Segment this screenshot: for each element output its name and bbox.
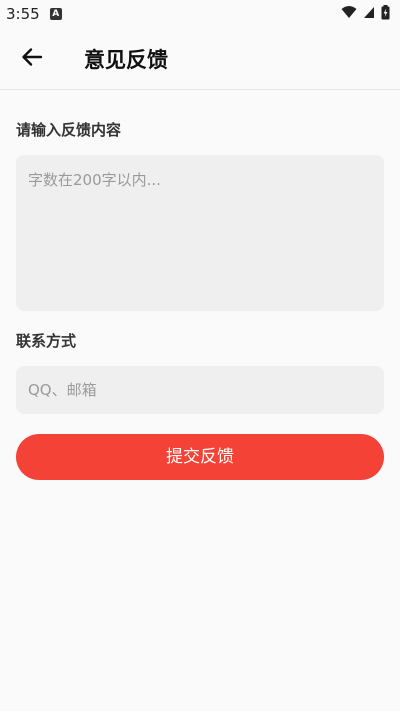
- battery-icon: [381, 4, 390, 24]
- status-bar-right: [341, 4, 390, 24]
- arrow-left-icon: [21, 46, 43, 72]
- wifi-icon: [341, 5, 357, 23]
- feedback-content-placeholder: 字数在200字以内...: [28, 171, 161, 189]
- page-title: 意见反馈: [84, 47, 168, 72]
- app-bar: 意见反馈: [0, 28, 400, 90]
- contact-input[interactable]: QQ、邮箱: [16, 366, 384, 414]
- feedback-form: 请输入反馈内容 字数在200字以内... 联系方式 QQ、邮箱 提交反馈: [16, 90, 384, 480]
- submit-feedback-button[interactable]: 提交反馈: [16, 434, 384, 480]
- status-bar: 3:55 A: [0, 0, 400, 28]
- contact-label: 联系方式: [16, 332, 77, 350]
- back-button[interactable]: [4, 31, 60, 87]
- status-time: 3:55: [6, 5, 40, 23]
- contact-placeholder: QQ、邮箱: [28, 381, 97, 399]
- notification-badge-icon: A: [49, 8, 62, 20]
- cellular-signal-icon: [363, 5, 375, 23]
- content-label: 请输入反馈内容: [16, 121, 122, 139]
- status-bar-left: 3:55 A: [6, 5, 62, 23]
- feedback-content-textarea[interactable]: 字数在200字以内...: [16, 155, 384, 311]
